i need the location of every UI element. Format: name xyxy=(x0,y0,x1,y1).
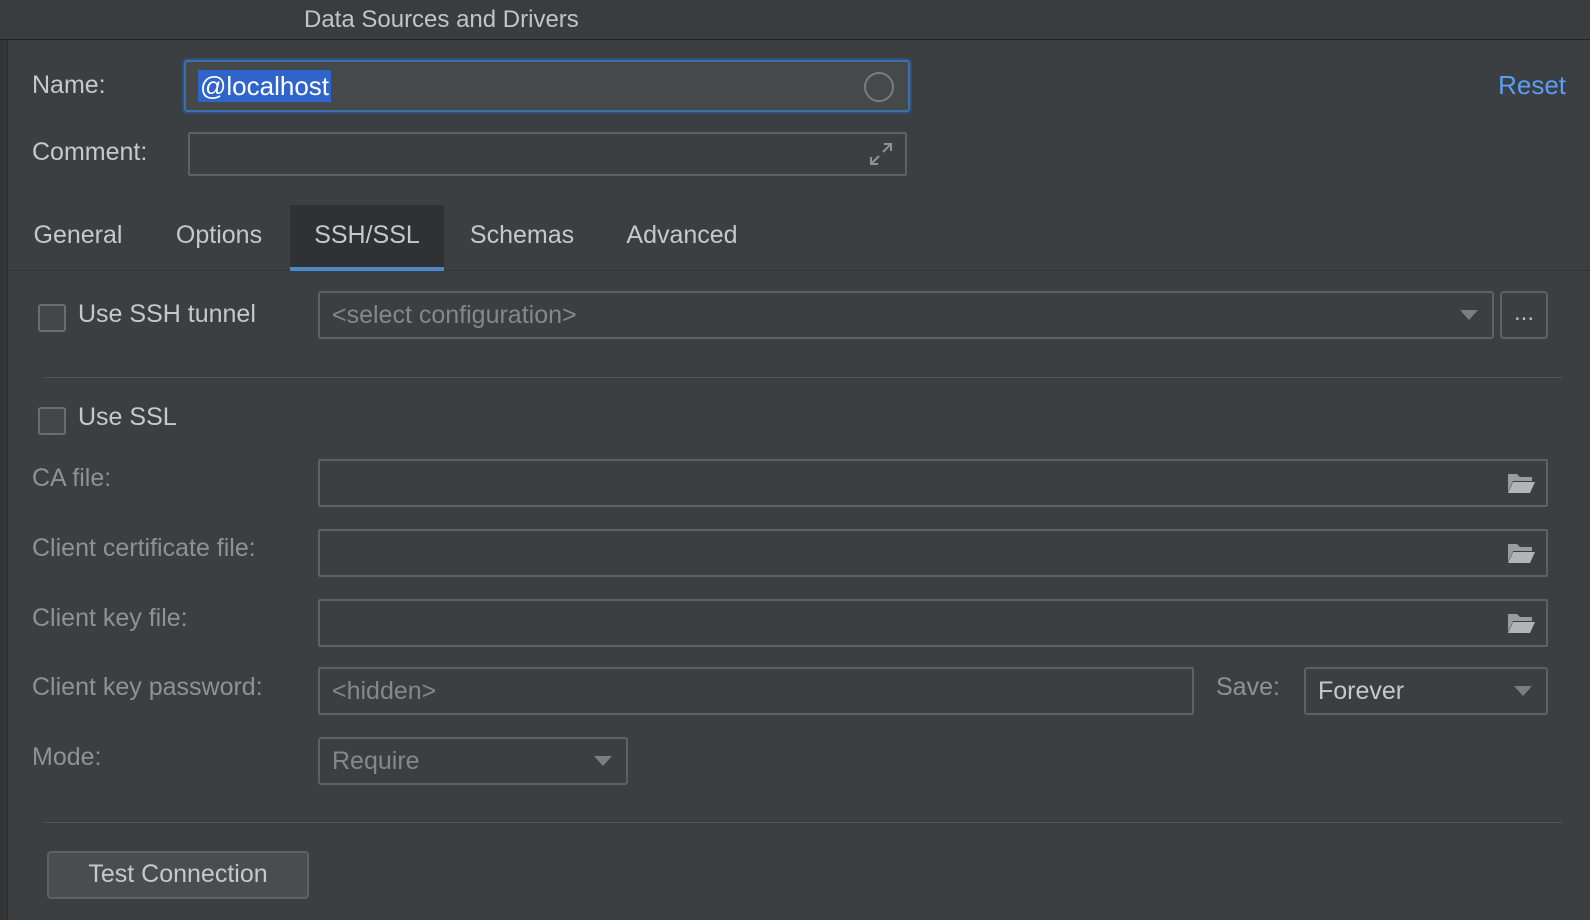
folder-icon[interactable] xyxy=(1506,610,1536,636)
tab-ssh-ssl[interactable]: SSH/SSL xyxy=(290,205,444,271)
name-label: Name: xyxy=(32,71,106,99)
use-ssh-tunnel-checkbox[interactable] xyxy=(38,304,66,332)
chevron-down-icon xyxy=(594,756,612,766)
tab-schemas[interactable]: Schemas xyxy=(454,205,590,271)
save-select-value: Forever xyxy=(1318,676,1405,705)
client-certificate-file-label: Client certificate file: xyxy=(32,534,256,562)
title-bar: Data Sources and Drivers xyxy=(0,0,1590,40)
ssh-configuration-select[interactable]: <select configuration> xyxy=(318,291,1494,339)
test-connection-button[interactable]: Test Connection xyxy=(47,851,309,899)
mode-select-value: Require xyxy=(332,746,420,775)
section-divider xyxy=(44,377,1562,378)
ssh-configuration-more-button[interactable]: ... xyxy=(1500,291,1548,339)
comment-label: Comment: xyxy=(32,138,148,166)
tab-advanced[interactable]: Advanced xyxy=(608,205,756,271)
ssh-configuration-placeholder: <select configuration> xyxy=(332,300,577,329)
client-key-file-input[interactable] xyxy=(318,599,1548,647)
ca-file-label: CA file: xyxy=(32,464,112,492)
use-ssl-label[interactable]: Use SSL xyxy=(78,403,177,432)
comment-input[interactable] xyxy=(188,132,907,176)
tab-options[interactable]: Options xyxy=(158,205,280,271)
mode-select[interactable]: Require xyxy=(318,737,628,785)
name-input-value: @localhost xyxy=(198,70,332,102)
chevron-down-icon xyxy=(1460,310,1478,320)
folder-icon[interactable] xyxy=(1506,470,1536,496)
client-key-file-label: Client key file: xyxy=(32,604,188,632)
client-key-password-placeholder: <hidden> xyxy=(332,676,437,705)
name-input[interactable]: @localhost xyxy=(184,60,910,112)
window-title: Data Sources and Drivers xyxy=(304,6,579,33)
circle-icon[interactable] xyxy=(864,72,894,102)
footer-divider xyxy=(44,822,1562,823)
client-key-password-input[interactable]: <hidden> xyxy=(318,667,1194,715)
tab-bar: General Options SSH/SSL Schemas Advanced xyxy=(8,205,1590,271)
folder-icon[interactable] xyxy=(1506,540,1536,566)
client-certificate-file-input[interactable] xyxy=(318,529,1548,577)
chevron-down-icon xyxy=(1514,686,1532,696)
use-ssh-tunnel-label[interactable]: Use SSH tunnel xyxy=(78,300,256,329)
save-label: Save: xyxy=(1216,673,1280,701)
ca-file-input[interactable] xyxy=(318,459,1548,507)
reset-link[interactable]: Reset xyxy=(1498,70,1566,101)
client-key-password-label: Client key password: xyxy=(32,673,263,701)
left-frame-edge xyxy=(0,40,8,920)
save-select[interactable]: Forever xyxy=(1304,667,1548,715)
mode-label: Mode: xyxy=(32,743,102,771)
expand-icon[interactable] xyxy=(867,140,895,168)
use-ssl-checkbox[interactable] xyxy=(38,407,66,435)
tab-general[interactable]: General xyxy=(22,205,134,271)
